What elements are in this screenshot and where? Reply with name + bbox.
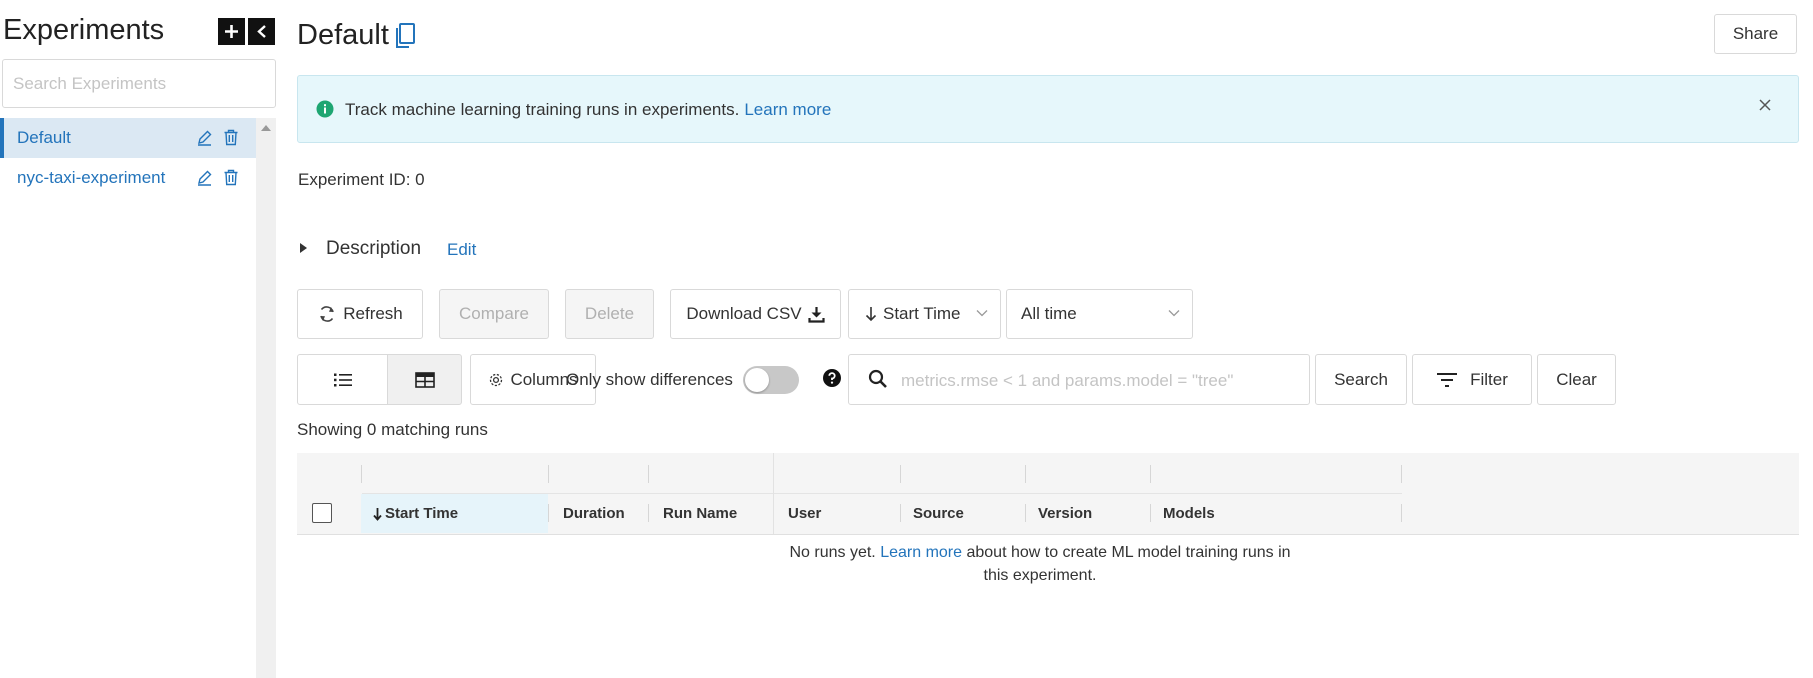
search-experiments-input[interactable] (2, 59, 276, 108)
run-search-input[interactable] (899, 356, 1303, 405)
column-header-start-time[interactable]: Start Time (373, 505, 458, 522)
share-button[interactable]: Share (1714, 14, 1797, 54)
column-divider (548, 504, 549, 522)
edit-icon[interactable] (196, 169, 213, 186)
column-header-user[interactable]: User (788, 505, 821, 522)
sort-select-value: Start Time (883, 304, 961, 323)
experiment-item-default[interactable]: Default (0, 118, 256, 158)
column-divider (548, 465, 549, 483)
column-divider (1401, 504, 1402, 522)
info-icon (316, 100, 334, 118)
trash-icon[interactable] (223, 129, 239, 146)
table-view-button[interactable] (387, 354, 462, 405)
collapse-sidebar-button[interactable] (248, 18, 275, 45)
empty-text-before: No runs yet. (789, 544, 876, 561)
chevron-left-icon (256, 25, 266, 38)
page-title: Default (297, 19, 389, 51)
column-divider (1150, 465, 1151, 483)
column-header-label: Start Time (385, 505, 459, 522)
sort-select[interactable]: Start Time (848, 289, 1001, 339)
list-view-button[interactable] (297, 354, 388, 405)
matching-runs-count: Showing 0 matching runs (297, 420, 488, 439)
run-search-box (848, 354, 1310, 405)
gear-icon (488, 372, 504, 388)
experiment-id: Experiment ID: 0 (298, 170, 425, 189)
empty-learn-more-link[interactable]: Learn more (880, 544, 962, 561)
copy-icon[interactable] (393, 22, 417, 50)
delete-button[interactable]: Delete (565, 289, 654, 339)
column-header-version[interactable]: Version (1038, 505, 1092, 522)
download-csv-label: Download CSV (686, 304, 802, 323)
chevron-down-icon (976, 309, 988, 317)
time-range-value: All time (1021, 304, 1077, 323)
column-divider (1150, 504, 1151, 522)
time-range-select[interactable]: All time (1006, 289, 1193, 339)
column-divider (648, 465, 649, 483)
description-edit-link[interactable]: Edit (447, 240, 476, 260)
filter-icon (1436, 372, 1458, 388)
download-icon (808, 306, 825, 323)
column-divider (1025, 504, 1026, 522)
plus-icon (225, 25, 238, 38)
experiment-label: nyc-taxi-experiment (17, 168, 166, 187)
select-all-checkbox[interactable] (312, 503, 332, 523)
column-divider (1025, 465, 1026, 483)
banner-text: Track machine learning training runs in … (345, 100, 740, 119)
help-icon[interactable] (823, 369, 841, 387)
sidebar-scrollbar[interactable] (256, 118, 276, 678)
close-icon[interactable] (1758, 98, 1772, 112)
experiment-item-nyc-taxi[interactable]: nyc-taxi-experiment (0, 158, 256, 198)
list-icon (333, 373, 352, 387)
filter-button[interactable]: Filter (1412, 354, 1532, 405)
refresh-label: Refresh (343, 304, 403, 323)
column-header-source[interactable]: Source (913, 505, 964, 522)
search-icon (868, 369, 888, 389)
header-divider (362, 493, 1402, 494)
column-divider (1401, 465, 1402, 483)
refresh-button[interactable]: Refresh (297, 289, 423, 339)
chevron-down-icon (1168, 309, 1180, 317)
column-header-models[interactable]: Models (1163, 505, 1215, 522)
scroll-up-arrow-icon[interactable] (261, 125, 271, 131)
column-divider (648, 504, 649, 522)
arrow-down-icon (865, 306, 877, 322)
download-csv-button[interactable]: Download CSV (670, 289, 841, 339)
column-header-run-name[interactable]: Run Name (663, 505, 737, 522)
column-group-divider (773, 453, 774, 534)
banner-learn-more-link[interactable]: Learn more (744, 100, 831, 119)
empty-runs-message: No runs yet. Learn more about how to cre… (780, 541, 1300, 587)
column-divider (361, 465, 362, 483)
toggle-knob (745, 368, 769, 392)
empty-text-after: about how to create ML model training ru… (966, 544, 1291, 584)
sort-desc-icon (373, 507, 382, 521)
edit-icon[interactable] (196, 129, 213, 146)
trash-icon[interactable] (223, 169, 239, 186)
caret-right-icon[interactable] (300, 243, 307, 253)
column-header-duration[interactable]: Duration (563, 505, 625, 522)
compare-button[interactable]: Compare (439, 289, 549, 339)
refresh-icon (317, 305, 337, 323)
experiment-list: Default nyc-taxi-experiment (0, 118, 256, 198)
only-show-differences-toggle[interactable] (743, 366, 799, 394)
filter-label: Filter (1470, 369, 1508, 389)
only-show-differences-label: Only show differences (566, 370, 733, 389)
column-divider (900, 504, 901, 522)
column-divider (900, 465, 901, 483)
description-label[interactable]: Description (326, 238, 421, 260)
add-experiment-button[interactable] (218, 18, 245, 45)
clear-button[interactable]: Clear (1537, 354, 1616, 405)
table-icon (414, 371, 435, 388)
search-button[interactable]: Search (1315, 354, 1407, 405)
sidebar-title: Experiments (3, 14, 165, 46)
experiment-label: Default (17, 128, 71, 147)
